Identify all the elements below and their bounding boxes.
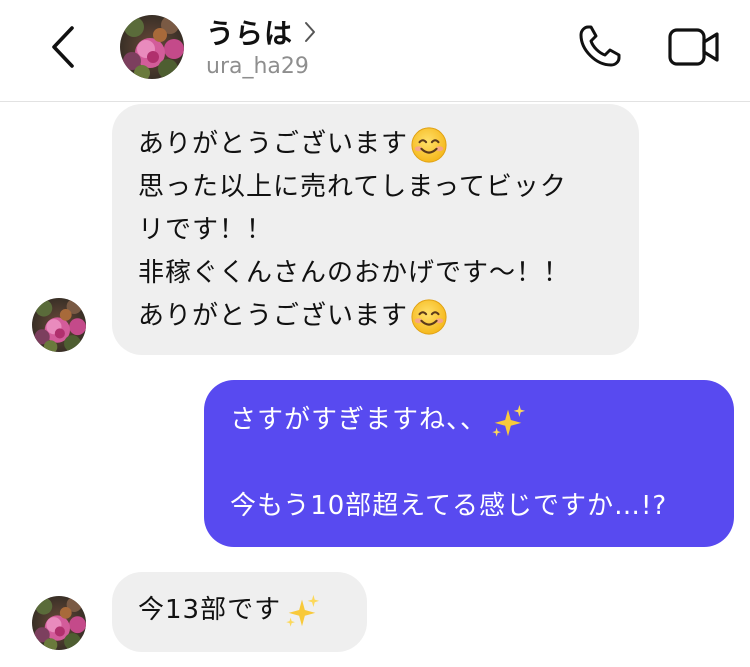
contact-name: うらは	[206, 17, 294, 50]
voice-call-button[interactable]	[574, 22, 624, 72]
contact-username: ura_ha29	[206, 54, 309, 79]
chevron-left-icon	[52, 26, 74, 68]
message-line: 今13部です	[138, 589, 341, 632]
contact-avatar[interactable]	[120, 15, 184, 79]
video-call-button[interactable]	[668, 26, 720, 68]
message-bubble-outgoing[interactable]: さすがすぎますね、、 今もう10部超えてる感じですか…!?	[204, 380, 734, 547]
video-camera-icon	[668, 28, 719, 66]
message-line: ありがとうございます	[138, 295, 613, 338]
message-line: さすがすぎますね、、	[230, 399, 708, 442]
smiling-face-icon	[410, 126, 448, 164]
chat-header: うらは ura_ha29	[0, 0, 750, 102]
message-line: 思った以上に売れてしまってビック	[138, 172, 567, 202]
sparkles-icon	[283, 592, 321, 630]
chevron-right-icon	[305, 22, 316, 42]
dm-thread-screen: うらは ura_ha29 ありがとうございます 思った以上に売れてしまってビック…	[0, 0, 750, 667]
sender-avatar[interactable]	[32, 298, 86, 352]
message-bubble-incoming[interactable]: ありがとうございます 思った以上に売れてしまってビック リです！！ 非稼ぐくんさ…	[112, 104, 639, 355]
contact-profile-link[interactable]: うらは	[206, 14, 317, 50]
sparkles-icon	[489, 402, 527, 440]
message-line: ありがとうございます	[138, 123, 613, 166]
message-bubble-incoming[interactable]: 今13部です	[112, 572, 367, 652]
message-line: 非稼ぐくんさんのおかげです〜！！	[138, 258, 571, 288]
phone-icon	[579, 25, 621, 67]
back-button[interactable]	[44, 22, 84, 72]
message-line-blank	[230, 442, 708, 485]
message-line: リです！！	[138, 215, 274, 245]
smiling-face-icon	[410, 298, 448, 336]
sender-avatar[interactable]	[32, 596, 86, 650]
message-line: 今もう10部超えてる感じですか…!?	[230, 491, 668, 521]
